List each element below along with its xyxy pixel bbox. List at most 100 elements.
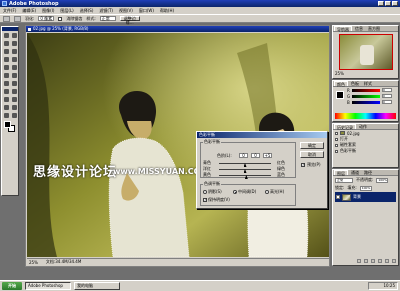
eraser-tool[interactable]	[2, 71, 10, 79]
new-layer-icon[interactable]	[385, 259, 389, 263]
bandage-icon	[3, 56, 9, 62]
level-cyan-red-input[interactable]: 0	[239, 153, 248, 158]
level-yellow-blue-input[interactable]: +5	[263, 153, 272, 158]
marquee-tool[interactable]	[2, 31, 10, 39]
blue-channel-slider[interactable]	[352, 100, 380, 104]
dialog-title[interactable]: 色彩平衡	[197, 132, 327, 138]
history-brush-tool[interactable]	[10, 63, 18, 71]
hand-tool[interactable]	[2, 111, 10, 119]
document-title-bar[interactable]: 02.jpg @ 25% (背景, RGB/8)	[26, 26, 329, 32]
navigator-zoom[interactable]: 25%	[335, 71, 344, 76]
highlights-radio[interactable]	[265, 190, 269, 194]
crop-tool[interactable]	[2, 47, 10, 55]
blue-channel-value[interactable]: 0	[382, 100, 392, 104]
taskbar-item-photoshop[interactable]: Adobe Photoshop	[25, 282, 71, 290]
green-channel-slider[interactable]	[352, 94, 380, 98]
gradient-tool[interactable]	[10, 71, 18, 79]
color-panel-swatch[interactable]	[336, 91, 344, 99]
tab-layers[interactable]: 图层	[334, 170, 348, 176]
tab-actions[interactable]: 动作	[357, 124, 369, 129]
foreground-color-swatch[interactable]	[4, 121, 11, 128]
lasso-tool[interactable]	[2, 39, 10, 47]
path-select-tool[interactable]	[2, 87, 10, 95]
tab-info[interactable]: 信息	[353, 26, 365, 31]
antialias-checkbox[interactable]	[58, 16, 63, 21]
tab-styles[interactable]: 样式	[362, 81, 374, 86]
red-channel-slider[interactable]	[352, 88, 380, 92]
menu-layer[interactable]: 图层(L)	[60, 8, 73, 14]
new-selection-icon[interactable]	[14, 15, 21, 22]
history-step[interactable]: 色彩平衡	[333, 148, 398, 154]
close-button[interactable]	[392, 1, 398, 6]
midtones-radio[interactable]	[233, 190, 237, 194]
tab-history[interactable]: 历史记录	[334, 124, 356, 130]
tab-swatches[interactable]: 色板	[349, 81, 361, 86]
preserve-luminosity-checkbox[interactable]: ✓	[203, 198, 207, 202]
preview-checkbox[interactable]: ✓	[301, 163, 305, 167]
history-brush-icon	[11, 64, 17, 70]
tone-balance-group-label: 色调平衡	[203, 181, 221, 187]
level-magenta-green-input[interactable]: 0	[251, 153, 260, 158]
zoom-readout[interactable]: 25%	[29, 260, 38, 265]
layer-mask-icon[interactable]	[371, 259, 375, 263]
stamp-tool[interactable]	[2, 63, 10, 71]
menu-window[interactable]: 窗口(W)	[139, 8, 154, 14]
slice-icon	[11, 48, 17, 54]
shadows-radio[interactable]	[203, 190, 207, 194]
marquee-icon	[3, 32, 9, 38]
yellow-blue-track[interactable]	[219, 175, 271, 176]
zoom-tool[interactable]	[10, 111, 18, 119]
cancel-button[interactable]: 取消	[300, 151, 324, 158]
brush-tool[interactable]	[10, 55, 18, 63]
refine-edge-button[interactable]: 调整边缘...	[119, 16, 140, 25]
hand-icon	[3, 112, 9, 118]
color-ramp[interactable]	[335, 113, 396, 119]
maximize-button[interactable]	[385, 1, 391, 6]
navigator-tabs: 导航器 信息 直方图	[333, 26, 398, 32]
minimize-button[interactable]	[378, 1, 384, 6]
history-source-box[interactable]	[335, 131, 338, 135]
menu-filter[interactable]: 滤镜(T)	[99, 8, 113, 14]
navigator-thumbnail[interactable]	[339, 34, 393, 70]
tab-histogram[interactable]: 直方图	[366, 26, 382, 31]
link-layers-icon[interactable]	[357, 259, 361, 263]
green-channel-value[interactable]: 0	[382, 94, 392, 98]
red-channel-value[interactable]: 0	[382, 88, 392, 92]
tab-channels[interactable]: 通道	[349, 170, 361, 175]
eyedropper-tool[interactable]	[10, 103, 18, 111]
type-tool[interactable]	[10, 87, 18, 95]
trash-icon[interactable]	[392, 259, 396, 263]
menu-select[interactable]: 选择(S)	[80, 8, 94, 14]
layer-row[interactable]: 背景	[335, 192, 396, 202]
style-select[interactable]: 正常	[99, 16, 116, 21]
blur-tool[interactable]	[2, 79, 10, 87]
healing-tool[interactable]	[2, 55, 10, 63]
start-button[interactable]: 开始	[2, 282, 22, 290]
eye-icon[interactable]	[336, 195, 340, 199]
menu-file[interactable]: 文件(F)	[3, 8, 16, 14]
history-snapshot-label: 02.jpg	[347, 130, 360, 136]
new-folder-icon[interactable]	[378, 259, 382, 263]
pen-tool[interactable]	[2, 95, 10, 103]
slice-tool[interactable]	[10, 47, 18, 55]
opacity-input[interactable]: 100%	[376, 177, 389, 183]
menu-image[interactable]: 图像(I)	[42, 8, 54, 14]
blend-mode-select[interactable]: 正常	[335, 177, 353, 183]
tab-navigator[interactable]: 导航器	[334, 26, 352, 32]
feather-input[interactable]: 0 像素	[38, 16, 55, 21]
fill-input[interactable]: 100%	[359, 185, 372, 191]
taskbar-item-computer[interactable]: 我的电脑	[74, 282, 120, 290]
magic-wand-tool[interactable]	[10, 39, 18, 47]
move-tool[interactable]	[10, 31, 18, 39]
shape-tool[interactable]	[10, 95, 18, 103]
layer-style-icon[interactable]	[364, 259, 368, 263]
menu-view[interactable]: 视图(V)	[119, 8, 133, 14]
lasso-tool-icon[interactable]	[3, 15, 10, 22]
tab-paths[interactable]: 路径	[362, 170, 374, 175]
menu-help[interactable]: 帮助(H)	[160, 8, 174, 14]
notes-tool[interactable]	[2, 103, 10, 111]
ok-button[interactable]: 确定	[300, 142, 324, 149]
menu-edit[interactable]: 编辑(E)	[22, 8, 36, 14]
dodge-tool[interactable]	[10, 79, 18, 87]
tab-color[interactable]: 颜色	[334, 81, 348, 87]
